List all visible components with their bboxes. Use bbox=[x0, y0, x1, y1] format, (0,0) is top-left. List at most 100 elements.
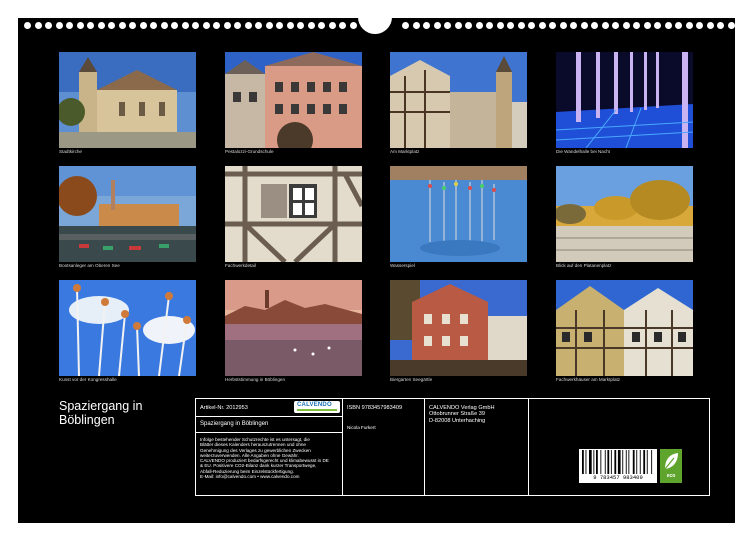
binding-hole bbox=[528, 22, 535, 29]
legal-notice: Infolge bestehender Schutzrechte ist es … bbox=[200, 437, 329, 480]
binding-hole bbox=[45, 22, 52, 29]
binding-hole bbox=[717, 22, 724, 29]
binding-hole bbox=[664, 22, 672, 29]
binding-hole bbox=[507, 22, 514, 29]
binding-hole bbox=[685, 22, 693, 29]
binding-hole bbox=[181, 22, 189, 29]
binding-hole bbox=[328, 22, 336, 29]
binding-hole bbox=[97, 22, 105, 29]
binding-hole bbox=[24, 22, 31, 29]
eco-badge: eco bbox=[660, 449, 682, 483]
timber-photo bbox=[225, 166, 362, 262]
binding-hole bbox=[538, 22, 546, 29]
isbn: ISBN 9783457983409 bbox=[347, 405, 403, 411]
binding-hole bbox=[570, 22, 577, 29]
photo-fachwerkdetail bbox=[225, 166, 362, 262]
binding-hole bbox=[412, 22, 420, 29]
binding-hole bbox=[622, 22, 630, 29]
binding-hole bbox=[265, 22, 273, 29]
calvendo-logo: CALVENDO bbox=[294, 401, 340, 413]
photo-stadtkirche bbox=[59, 52, 196, 148]
binding-hole bbox=[643, 22, 651, 29]
binding-hole bbox=[549, 22, 556, 29]
calendar-title: Spaziergang in Böblingen bbox=[59, 399, 179, 427]
photo-wasserspiel bbox=[390, 166, 527, 262]
binding-hole bbox=[66, 22, 73, 29]
binding-hole bbox=[276, 22, 283, 29]
binding-hole bbox=[76, 22, 84, 29]
photo-caption: Bootsanleger am Oberen See bbox=[59, 263, 120, 268]
binding-hole bbox=[486, 22, 493, 29]
barcode: 9 783457 983409 bbox=[579, 449, 657, 483]
article-number: Artikel-Nr. 2012953 bbox=[200, 405, 248, 411]
water-photo bbox=[390, 166, 527, 262]
publisher-address: CALVENDO Verlag GmbH Ottobrunner Straße … bbox=[429, 405, 495, 424]
timber-houses-photo bbox=[556, 280, 693, 376]
binding-hole bbox=[192, 22, 199, 29]
binding-hole bbox=[286, 22, 294, 29]
binding-hole bbox=[171, 22, 178, 29]
photo-caption: Biergarten Seegärtle bbox=[390, 377, 433, 382]
binding-hole bbox=[433, 22, 441, 29]
beergarden-photo bbox=[390, 280, 527, 376]
binding-hole bbox=[318, 22, 325, 29]
photo-caption: Pestalozzi-Grundschule bbox=[225, 149, 274, 154]
binding-hole bbox=[34, 22, 42, 29]
binding-hole bbox=[139, 22, 147, 29]
book-title: Spaziergang in Böblingen bbox=[200, 421, 269, 427]
publisher-info-box: Artikel-Nr. 2012953 CALVENDO Spaziergang… bbox=[195, 398, 710, 496]
art-photo bbox=[59, 280, 196, 376]
binding-hole bbox=[118, 22, 126, 29]
binding-hole bbox=[150, 22, 157, 29]
binding-hole bbox=[402, 22, 409, 29]
binding-hole bbox=[517, 22, 525, 29]
eco-label: eco bbox=[666, 473, 676, 479]
autumn-photo bbox=[225, 280, 362, 376]
binding-hole bbox=[108, 22, 115, 29]
binding-hole bbox=[223, 22, 231, 29]
night-hall-photo bbox=[556, 52, 693, 148]
photo-caption: Am Marktplatz bbox=[390, 149, 420, 154]
binding-hole bbox=[675, 22, 682, 29]
photo-herbststimmung bbox=[225, 280, 362, 376]
photo-bootsanleger bbox=[59, 166, 196, 262]
calendar-title-line1: Spaziergang in bbox=[59, 399, 143, 413]
photo-marktplatz bbox=[390, 52, 527, 148]
binding-hole bbox=[339, 22, 346, 29]
binding-hole bbox=[727, 22, 735, 29]
photo-wandelhalle bbox=[556, 52, 693, 148]
binding-hole bbox=[580, 22, 588, 29]
church-photo bbox=[59, 52, 196, 148]
calvendo-logo-text: CALVENDO bbox=[297, 402, 332, 408]
binding-hole bbox=[87, 22, 94, 29]
binding-hole bbox=[454, 22, 462, 29]
binding-hole bbox=[601, 22, 609, 29]
photo-caption: Die Wandelhalle bei Nacht bbox=[556, 149, 610, 154]
barcode-icon bbox=[582, 450, 653, 474]
binding-hole bbox=[496, 22, 504, 29]
leaf-icon bbox=[664, 453, 678, 470]
binding-hole bbox=[444, 22, 451, 29]
binding-hole bbox=[559, 22, 567, 29]
market-photo bbox=[390, 52, 527, 148]
binding-hole bbox=[297, 22, 304, 29]
author-name: Nicola Furkert bbox=[347, 425, 376, 430]
photo-fachwerkhaeuser bbox=[556, 280, 693, 376]
school-photo bbox=[225, 52, 362, 148]
binding-hole bbox=[706, 22, 714, 29]
calendar-title-line2: Böblingen bbox=[59, 412, 115, 427]
photo-caption: Kunst vor der Kongresshalle bbox=[59, 377, 117, 382]
binding-hole bbox=[234, 22, 241, 29]
binding-hole bbox=[244, 22, 252, 29]
binding-hole bbox=[255, 22, 262, 29]
binding-hole bbox=[202, 22, 210, 29]
photo-caption: Blick auf den Platanenplatz bbox=[556, 263, 612, 268]
photo-caption: Herbststimmung in Böblingen bbox=[225, 377, 286, 382]
binding-hole bbox=[307, 22, 315, 29]
photo-caption: Wasserspiel bbox=[390, 263, 415, 268]
binding-hole bbox=[423, 22, 430, 29]
photo-caption: Fachwerkdetail bbox=[225, 263, 256, 268]
photo-caption: Stadtkirche bbox=[59, 149, 82, 154]
photo-kunst bbox=[59, 280, 196, 376]
lake-photo bbox=[59, 166, 196, 262]
